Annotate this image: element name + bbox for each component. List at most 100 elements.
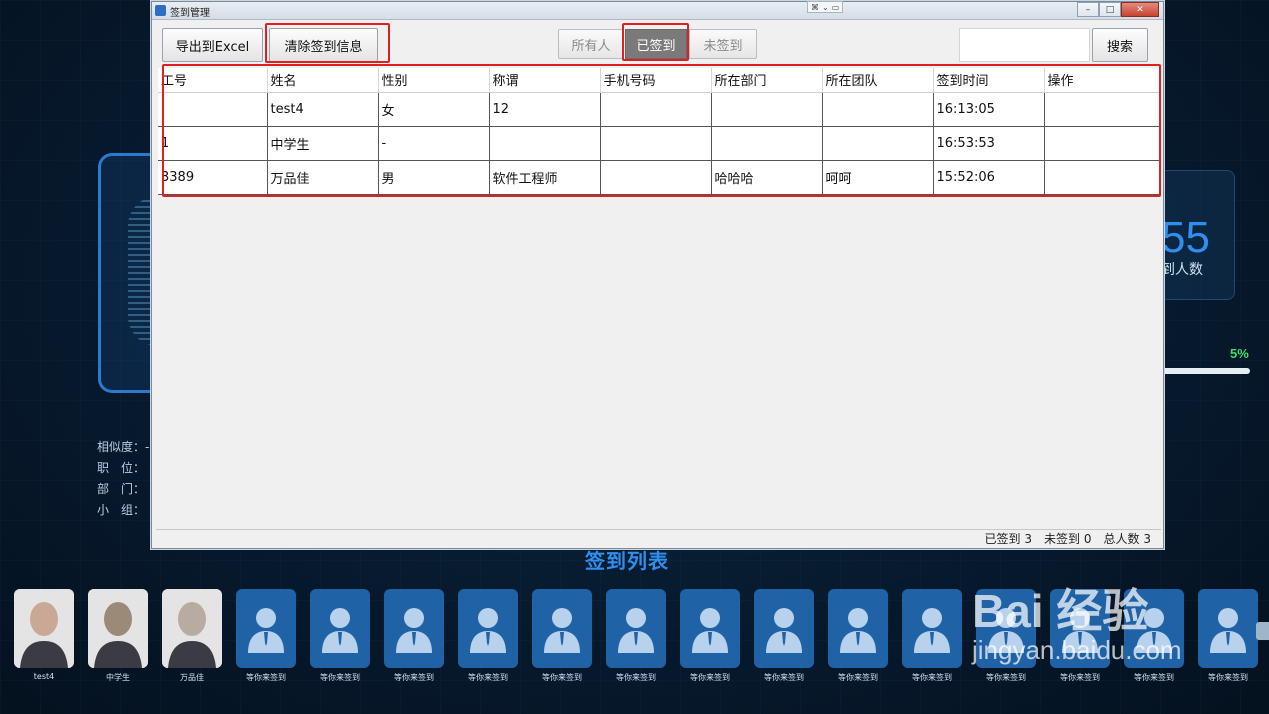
export-excel-button[interactable]: 导出到Excel bbox=[162, 28, 263, 62]
filter-all-button[interactable]: 所有人 bbox=[558, 29, 624, 59]
avatar-photo bbox=[14, 589, 74, 668]
status-total: 总人数 3 bbox=[1103, 532, 1151, 546]
chevron-down-icon[interactable]: ⌄ bbox=[822, 3, 829, 12]
table-cell bbox=[599, 91, 712, 127]
column-header[interactable]: 姓名 bbox=[267, 68, 379, 93]
user-placeholder-icon bbox=[384, 589, 444, 668]
sign-in-management-window: 签到管理 ⌘ ⌄ ▭ – □ ✕ 导出到Excel 清除签到信息 所有人 已签到… bbox=[151, 1, 1164, 549]
avatar-item[interactable]: test4 bbox=[14, 589, 74, 683]
filter-unsigned-button[interactable]: 未签到 bbox=[689, 29, 757, 59]
avatar-item[interactable]: 等你来签到 bbox=[1198, 589, 1258, 683]
table-cell: 16:53:53 bbox=[932, 125, 1045, 161]
progress-percent: 5% bbox=[1230, 346, 1249, 361]
window-titlebar[interactable]: 签到管理 ⌘ ⌄ ▭ – □ ✕ bbox=[152, 1, 1163, 20]
user-placeholder-icon bbox=[902, 589, 962, 668]
user-placeholder-icon bbox=[532, 589, 592, 668]
table-cell: 1 bbox=[158, 125, 268, 161]
side-expand-arrow[interactable] bbox=[1256, 622, 1269, 640]
avatar-caption: 等你来签到 bbox=[912, 673, 952, 682]
avatar-item[interactable]: 等你来签到 bbox=[606, 589, 666, 683]
baidu-watermark: Bai 经验 jingyan.baidu.com bbox=[972, 585, 1182, 665]
sign-in-table-area: 工号 姓名 性别 称谓 手机号码 所在部门 所在团队 签到时间 操作 test4 女 12 16:13… bbox=[158, 68, 1160, 528]
avatar-item[interactable]: 等你来签到 bbox=[236, 589, 296, 683]
minimize-button[interactable]: – bbox=[1077, 2, 1099, 17]
table-cell bbox=[158, 91, 268, 127]
table-cell bbox=[821, 125, 934, 161]
avatar-item[interactable]: 万品佳 bbox=[162, 589, 222, 683]
user-placeholder-icon bbox=[754, 589, 814, 668]
table-cell: 12 bbox=[488, 91, 601, 127]
clear-sign-in-button[interactable]: 清除签到信息 bbox=[269, 28, 378, 62]
column-header[interactable]: 工号 bbox=[158, 68, 268, 93]
user-placeholder-icon bbox=[310, 589, 370, 668]
table-row[interactable]: 3389 万品佳男软件工程师 哈哈哈 呵呵 15:52:06 bbox=[158, 159, 1160, 195]
avatar-caption: test4 bbox=[33, 672, 55, 681]
table-cell bbox=[599, 125, 712, 161]
avatar-caption: 等你来签到 bbox=[1134, 673, 1174, 682]
avatar-item[interactable]: 等你来签到 bbox=[384, 589, 444, 683]
table-cell: 男 bbox=[377, 159, 490, 195]
app-icon bbox=[155, 5, 166, 16]
status-bar: 已签到 3 未签到 0 总人数 3 bbox=[156, 529, 1161, 547]
user-placeholder-icon bbox=[606, 589, 666, 668]
table-cell: 万品佳 bbox=[266, 159, 379, 195]
table-cell: 呵呵 bbox=[821, 159, 934, 195]
avatar-item[interactable]: 中学生 bbox=[88, 589, 148, 683]
progress-bar bbox=[1162, 368, 1250, 374]
info-position: 职 位： bbox=[97, 461, 146, 475]
column-header[interactable]: 所在部门 bbox=[711, 68, 823, 93]
column-header[interactable]: 称谓 bbox=[489, 68, 601, 93]
filter-signed-button[interactable]: 已签到 bbox=[625, 29, 687, 59]
avatar-caption: 等你来签到 bbox=[246, 673, 286, 682]
avatar-caption: 等你来签到 bbox=[764, 673, 804, 682]
maximize-button[interactable]: □ bbox=[1099, 2, 1121, 17]
avatar-caption: 等你来签到 bbox=[838, 673, 878, 682]
table-cell: - bbox=[377, 125, 490, 161]
sign-in-table: 工号 姓名 性别 称谓 手机号码 所在部门 所在团队 签到时间 操作 test4 女 12 16:13… bbox=[158, 68, 1160, 195]
close-button[interactable]: ✕ bbox=[1121, 2, 1159, 17]
user-placeholder-icon bbox=[458, 589, 518, 668]
search-input[interactable] bbox=[959, 28, 1090, 62]
avatar-caption: 等你来签到 bbox=[542, 673, 582, 682]
search-button[interactable]: 搜索 bbox=[1092, 28, 1148, 62]
table-cell: 16:13:05 bbox=[932, 91, 1045, 127]
column-header[interactable]: 操作 bbox=[1044, 68, 1160, 93]
avatar-item[interactable]: 等你来签到 bbox=[902, 589, 962, 683]
avatar-item[interactable]: 等你来签到 bbox=[532, 589, 592, 683]
table-row[interactable]: 1 中学生 - 16:53:53 bbox=[158, 125, 1160, 161]
avatar-photo bbox=[88, 589, 148, 668]
window-icon[interactable]: ▭ bbox=[832, 3, 840, 12]
column-header[interactable]: 手机号码 bbox=[600, 68, 712, 93]
window-toolbar: 导出到Excel 清除签到信息 所有人 已签到 未签到 搜索 bbox=[152, 20, 1163, 64]
person-info-list: 相似度：- 职 位： 部 门： 小 组： bbox=[97, 437, 149, 521]
attendance-count: 55 bbox=[1161, 213, 1210, 262]
table-cell: 女 bbox=[377, 91, 490, 127]
avatar-caption: 等你来签到 bbox=[616, 673, 656, 682]
avatar-item[interactable]: 等你来签到 bbox=[828, 589, 888, 683]
column-header[interactable]: 签到时间 bbox=[933, 68, 1045, 93]
column-header[interactable]: 性别 bbox=[378, 68, 490, 93]
info-group: 小 组： bbox=[97, 503, 146, 517]
floating-toolbar[interactable]: ⌘ ⌄ ▭ bbox=[807, 1, 844, 13]
table-header-row: 工号 姓名 性别 称谓 手机号码 所在部门 所在团队 签到时间 操作 bbox=[158, 68, 1160, 93]
avatar-caption: 等你来签到 bbox=[1060, 673, 1100, 682]
table-cell: test4 bbox=[266, 91, 379, 127]
table-cell: 中学生 bbox=[266, 125, 379, 161]
table-cell bbox=[821, 91, 934, 127]
avatar-item[interactable]: 等你来签到 bbox=[310, 589, 370, 683]
attendance-stat-card: 55 到人数 bbox=[1160, 170, 1235, 300]
avatar-item[interactable]: 等你来签到 bbox=[458, 589, 518, 683]
avatar-item[interactable]: 等你来签到 bbox=[754, 589, 814, 683]
avatar-caption: 等你来签到 bbox=[1208, 673, 1248, 682]
column-header[interactable]: 所在团队 bbox=[822, 68, 934, 93]
table-row[interactable]: test4 女 12 16:13:05 bbox=[158, 91, 1160, 127]
status-unsigned: 未签到 0 bbox=[1044, 532, 1092, 546]
sign-in-list-title: 签到列表 bbox=[585, 549, 669, 573]
avatar-item[interactable]: 等你来签到 bbox=[680, 589, 740, 683]
avatar-caption: 中学生 bbox=[106, 673, 130, 682]
user-placeholder-icon bbox=[828, 589, 888, 668]
avatar-caption: 等你来签到 bbox=[320, 673, 360, 682]
pin-icon[interactable]: ⌘ bbox=[811, 3, 819, 12]
window-controls: – □ ✕ bbox=[1077, 2, 1159, 17]
table-cell bbox=[1043, 91, 1160, 127]
